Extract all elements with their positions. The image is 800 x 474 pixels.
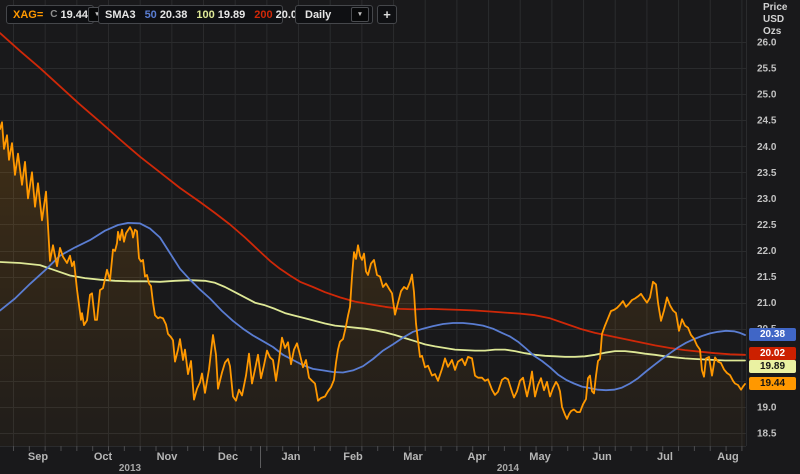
price-tick-label: 21.5 [757, 272, 777, 283]
sma50-period: 50 [145, 9, 157, 21]
close-field-label: C [50, 9, 57, 20]
month-label: Jun [592, 451, 612, 463]
month-label: Mar [403, 451, 423, 463]
price-tick-label: 23.5 [757, 168, 777, 179]
price-tick-label: 23.0 [757, 194, 777, 205]
month-label: Jul [657, 451, 673, 463]
axis-badge-sma200: 20.02 [749, 347, 796, 360]
price-tick-label: 26.0 [757, 38, 777, 49]
month-label: Sep [28, 451, 48, 463]
price-tick-label: 19.0 [757, 402, 777, 413]
symbol-label: XAG= [13, 9, 43, 21]
interval-select[interactable]: Daily ▼ [295, 5, 373, 24]
month-label: May [529, 451, 551, 463]
price-tick-label: 25.0 [757, 90, 777, 101]
axis-badge-sma100: 19.89 [749, 360, 796, 373]
price-tick-label: 21.0 [757, 298, 777, 309]
sma-label: SMA3 [105, 9, 136, 21]
plus-icon: + [383, 7, 391, 22]
sma100-value: 19.89 [218, 9, 246, 21]
axis-badge-price: 19.44 [749, 377, 796, 390]
year-label: 2013 [119, 463, 142, 474]
price-tick-label: 25.5 [757, 64, 777, 75]
price-chart[interactable]: Sep Oct Nov Dec Jan Feb Mar Apr May Jun Jul Aug 2013… [0, 0, 800, 474]
chevron-down-icon: ▼ [357, 11, 363, 18]
toolbar: XAG= C 19.44 ▼ SMA3 50 20.38 100 19.89 2… [0, 0, 800, 28]
sma-panel[interactable]: SMA3 50 20.38 100 19.89 200 20.02 ▼ [98, 5, 283, 24]
interval-value: Daily [305, 9, 331, 21]
interval-dropdown-button[interactable]: ▼ [351, 7, 369, 22]
chart-window: Sep Oct Nov Dec Jan Feb Mar Apr May Jun Jul Aug 2013… [0, 0, 800, 474]
price-tick-label: 24.0 [757, 142, 777, 153]
month-label: Jan [282, 451, 301, 463]
sma100-period: 100 [196, 9, 214, 21]
price-tick-label: 18.5 [757, 428, 777, 439]
axis-badge-sma50: 20.38 [749, 328, 796, 341]
close-value: 19.44 [61, 9, 89, 21]
price-tick-label: 22.5 [757, 220, 777, 231]
sma200-period: 200 [254, 9, 272, 21]
sma50-value: 20.38 [160, 9, 188, 21]
year-label: 2014 [497, 463, 520, 474]
symbol-panel[interactable]: XAG= C 19.44 ▼ [6, 5, 94, 24]
month-label: Aug [717, 451, 738, 463]
month-label: Dec [218, 451, 238, 463]
month-label: Apr [468, 451, 488, 463]
month-label: Feb [343, 451, 363, 463]
price-tick-label: 24.5 [757, 116, 777, 127]
price-tick-label: 22.0 [757, 246, 777, 257]
add-chart-button[interactable]: + [377, 5, 397, 24]
month-label: Nov [157, 451, 179, 463]
month-label: Oct [94, 451, 113, 463]
